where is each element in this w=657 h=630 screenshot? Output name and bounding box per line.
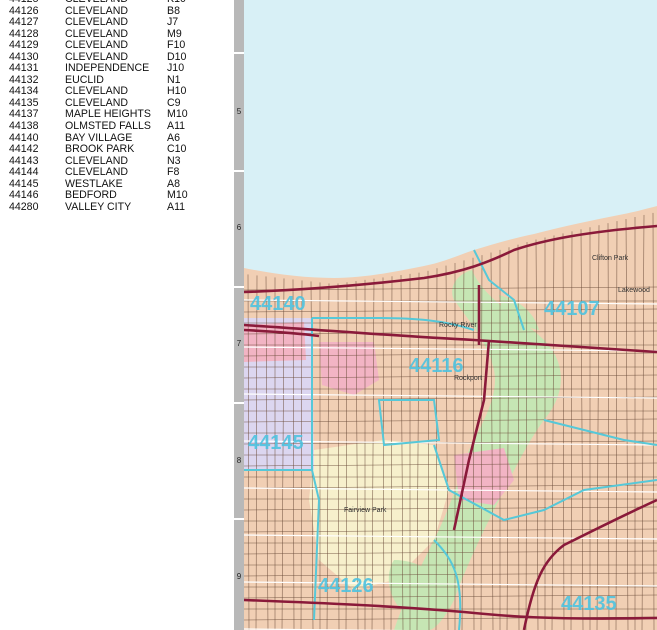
ruler-tick-mark — [234, 286, 244, 288]
zip-index-row: 44138 OLMSTED FALLS A11 — [0, 120, 234, 133]
ruler-tick-mark — [234, 170, 244, 172]
grid-ref: C10 — [167, 143, 187, 156]
zip-index-row: 44127 CLEVELAND J7 — [0, 17, 234, 29]
ruler-tick-mark — [234, 52, 244, 54]
zip-label: 44107 — [544, 298, 600, 320]
zip-label: 44135 — [561, 593, 617, 615]
zip-label: 44145 — [248, 432, 304, 454]
city-name: CLEVELAND — [65, 16, 128, 29]
grid-ref: A11 — [167, 120, 186, 133]
zip-index-row: 44129 CLEVELAND F10 — [0, 40, 234, 52]
place-label-lakewood: Lakewood — [618, 287, 650, 294]
zip-code: 44138 — [9, 120, 39, 133]
place-label-rocky-river: Rocky River — [439, 322, 477, 329]
grid-ref: A11 — [167, 200, 186, 213]
ruler-tick-label: 5 — [236, 107, 242, 116]
zip-index-panel: 44125CLEVELANDK1044126CLEVELANDB844127CL… — [0, 0, 234, 630]
ruler-tick-label: 6 — [236, 223, 242, 232]
street-map[interactable]: 44140 44107 44116 44145 44126 44135 Lake… — [244, 0, 657, 630]
map-canvas: 44140 44107 44116 44145 44126 44135 Lake… — [244, 0, 657, 630]
zip-code: 44129 — [9, 39, 39, 52]
ruler-tick-label: 7 — [236, 339, 242, 348]
zip-code: 44127 — [9, 16, 39, 29]
zip-index-row: 44280 VALLEY CITY A11 — [0, 200, 234, 214]
grid-ruler — [234, 0, 244, 630]
ruler-tick-label: 9 — [236, 572, 242, 581]
zip-label: 44140 — [250, 293, 306, 315]
ruler-tick-mark — [234, 402, 244, 404]
zip-code: 44142 — [9, 143, 39, 156]
zip-index-row: 44142 BROOK PARK C10 — [0, 144, 234, 156]
zip-code: 44280 — [9, 200, 39, 213]
grid-ref: J7 — [167, 16, 179, 29]
city-name: VALLEY CITY — [65, 200, 132, 213]
zip-index-list: 44125CLEVELANDK1044126CLEVELANDB844127CL… — [0, 0, 234, 213]
grid-ref: F10 — [167, 39, 186, 52]
city-name: OLMSTED FALLS — [65, 120, 151, 133]
ruler-tick-label: 8 — [236, 456, 242, 465]
city-name: BROOK PARK — [65, 143, 135, 156]
zip-label: 44126 — [318, 575, 374, 597]
place-label-fairview-park: Fairview Park — [344, 507, 387, 514]
place-label-rockport: Rockport — [454, 375, 482, 382]
zip-label: 44116 — [409, 355, 464, 377]
city-name: CLEVELAND — [65, 39, 128, 52]
ruler-tick-mark — [234, 518, 244, 520]
place-label-clifton-park: Clifton Park — [592, 255, 629, 262]
